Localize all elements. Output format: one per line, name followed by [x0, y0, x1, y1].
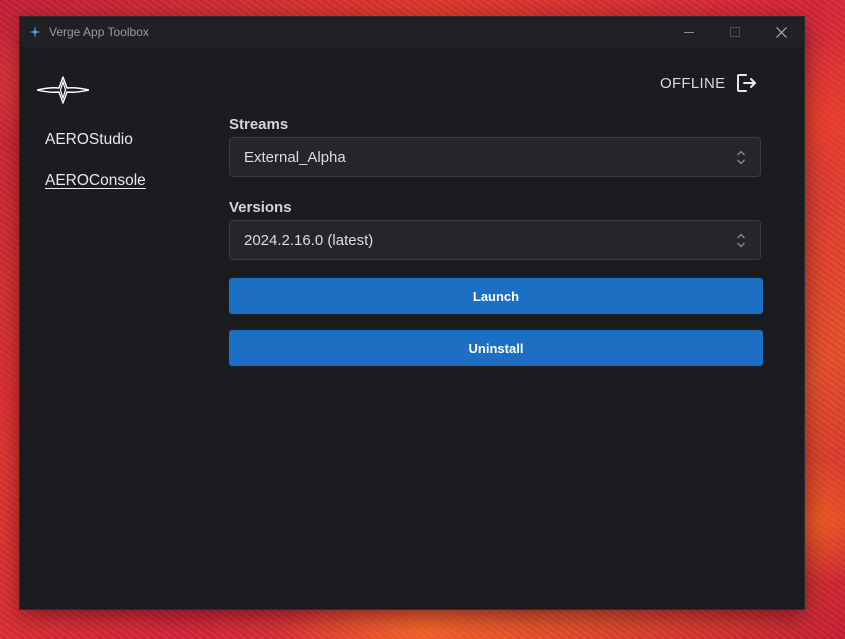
- launch-button[interactable]: Launch: [229, 278, 763, 314]
- streams-select-value: External_Alpha: [244, 149, 346, 166]
- aero-logo-icon: [37, 76, 89, 104]
- minimize-icon: [684, 32, 694, 33]
- sidebar-item-aeroconsole[interactable]: AEROConsole: [45, 172, 146, 190]
- versions-select-value: 2024.2.16.0 (latest): [244, 232, 374, 249]
- close-icon: [775, 26, 787, 38]
- versions-select[interactable]: 2024.2.16.0 (latest): [229, 220, 761, 260]
- close-button[interactable]: [758, 17, 804, 47]
- chevron-updown-icon: [737, 233, 745, 248]
- uninstall-button[interactable]: Uninstall: [229, 330, 763, 366]
- status-text: OFFLINE: [660, 74, 726, 92]
- maximize-icon: [730, 27, 740, 37]
- versions-label: Versions: [229, 199, 292, 216]
- maximize-button[interactable]: [712, 17, 758, 47]
- streams-label: Streams: [229, 116, 289, 133]
- sidebar-item-aerostudio[interactable]: AEROStudio: [45, 131, 133, 149]
- chevron-updown-icon: [737, 150, 745, 165]
- logout-icon[interactable]: [735, 72, 757, 94]
- verge-star-icon: [29, 26, 41, 38]
- connection-status[interactable]: OFFLINE: [660, 70, 757, 96]
- title-bar[interactable]: Verge App Toolbox: [20, 17, 804, 47]
- streams-select[interactable]: External_Alpha: [229, 137, 761, 177]
- window-title: Verge App Toolbox: [49, 25, 149, 39]
- app-window: Verge App Toolbox OFFLINE AEROStudio AER…: [20, 17, 804, 609]
- minimize-button[interactable]: [666, 17, 712, 47]
